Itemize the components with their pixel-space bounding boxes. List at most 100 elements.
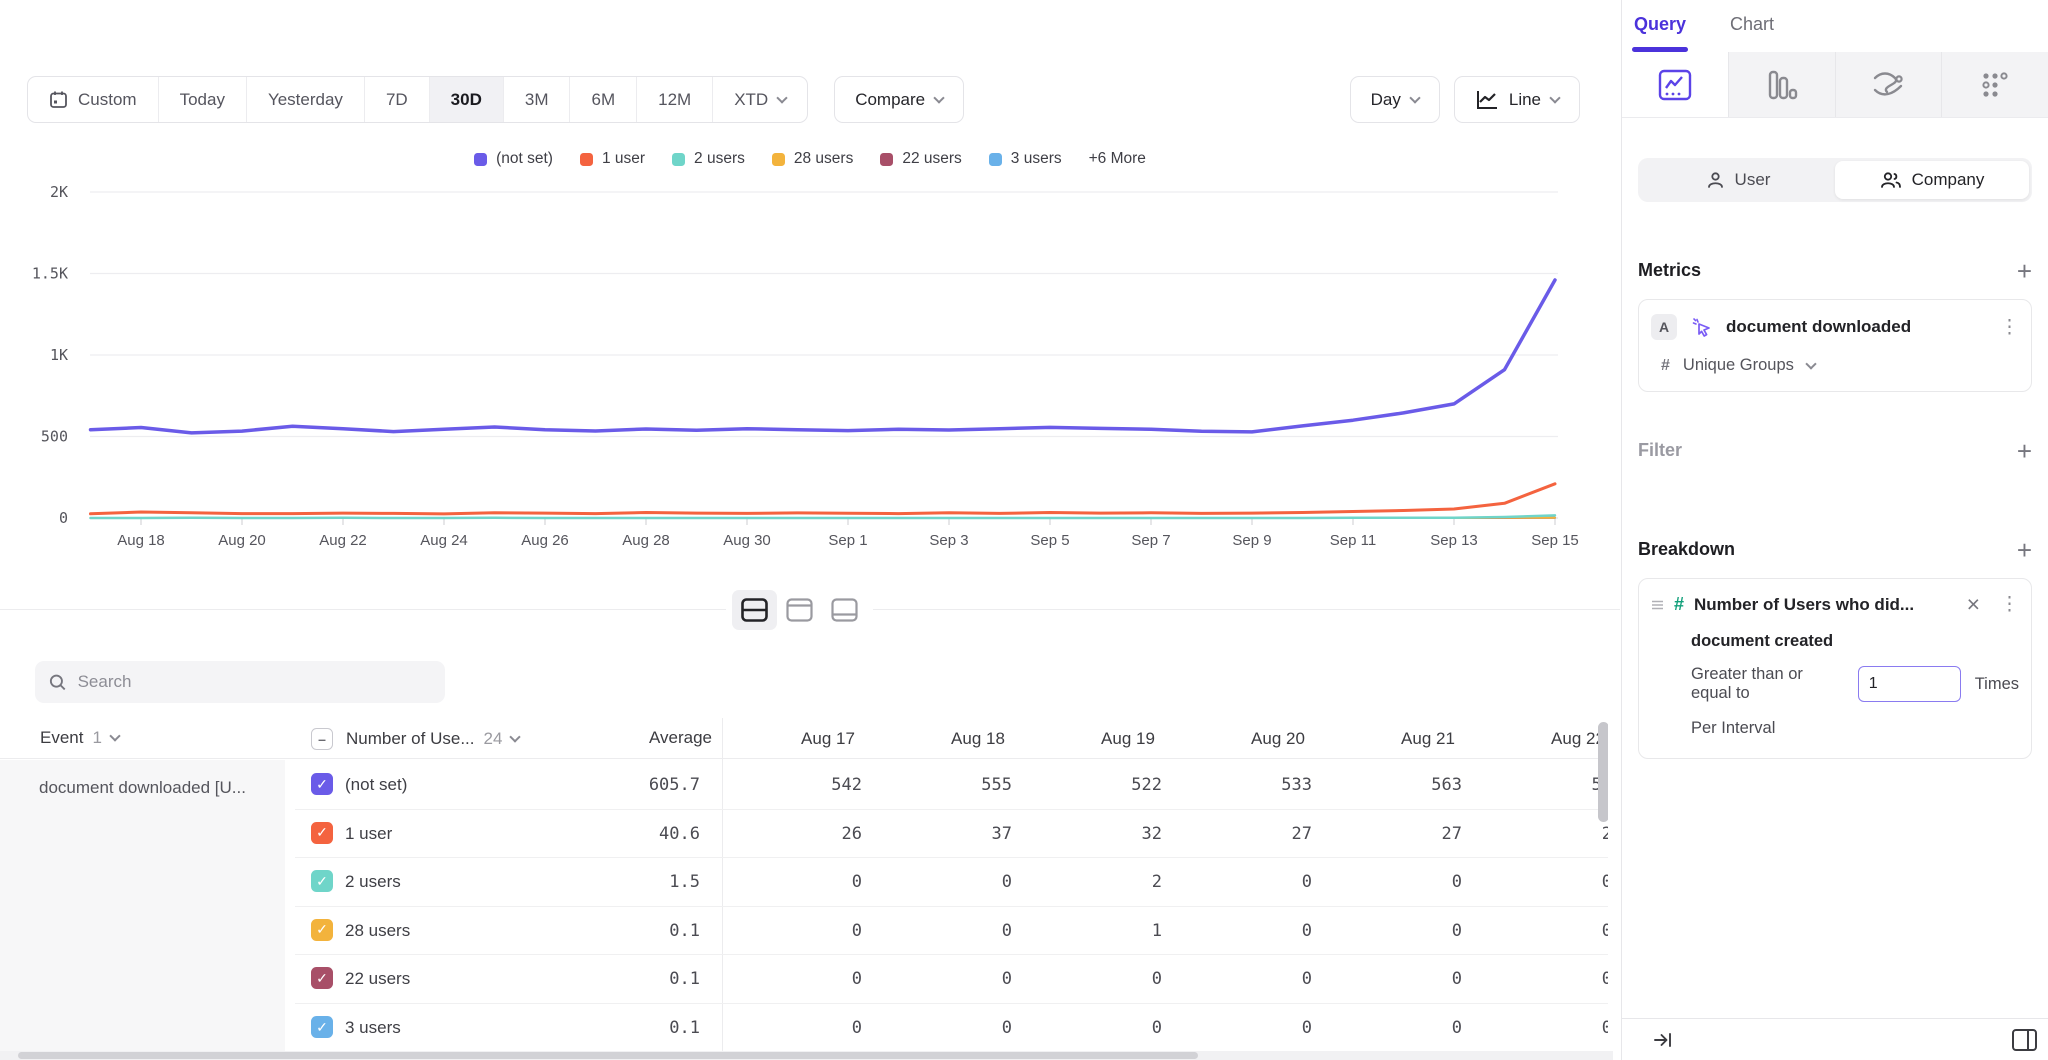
date-column-header[interactable]: Aug 22 — [1503, 718, 1608, 759]
series-line-2-users[interactable] — [91, 515, 1556, 518]
row-checkbox[interactable]: ✓ — [311, 919, 333, 941]
event-column-dropdown[interactable]: Event 1 — [40, 728, 119, 748]
cell-value: 522 — [1053, 775, 1162, 795]
cell-value: 0 — [1503, 1018, 1608, 1038]
group-count: 24 — [484, 729, 503, 749]
date-range-30d[interactable]: 30D — [430, 77, 504, 122]
add-metric-button[interactable]: + — [2017, 261, 2032, 281]
matrix-chart-icon — [1980, 70, 2010, 100]
date-range-3m[interactable]: 3M — [504, 77, 571, 122]
date-column-header[interactable]: Aug 20 — [1203, 718, 1353, 759]
analytics-app: Custom TodayYesterday7D30D3M6M12MXTD Comp… — [0, 0, 2048, 1060]
row-label: 2 users — [345, 872, 401, 892]
tab-query[interactable]: Query — [1634, 14, 1686, 52]
remove-breakdown-button[interactable]: × — [1967, 593, 1980, 616]
collapse-panel-icon[interactable] — [1652, 1030, 1674, 1050]
breakdown-menu-button[interactable]: ⋮ — [2000, 595, 2019, 614]
average-value: 0.1 — [560, 969, 700, 989]
cell-value: 0 — [1203, 1018, 1312, 1038]
scope-option-user[interactable]: User — [1641, 161, 1835, 199]
filter-title: Filter — [1638, 440, 1682, 461]
cell-value: 533 — [1203, 775, 1312, 795]
x-axis-label: Aug 18 — [117, 532, 165, 549]
filter-section-header: Filter + — [1638, 440, 2032, 461]
table-vertical-scrollbar[interactable] — [1598, 722, 1608, 822]
date-range-custom[interactable]: Custom — [28, 77, 159, 122]
row-label: (not set) — [345, 775, 407, 795]
series-line--not-set-[interactable] — [91, 280, 1556, 433]
cell-value: 0 — [753, 969, 862, 989]
chart-type-line[interactable] — [1622, 52, 1728, 117]
event-name-cell[interactable]: document downloaded [U... — [0, 760, 285, 1053]
breakdown-event-name: document created — [1691, 632, 2019, 651]
date-column-header[interactable]: Aug 18 — [903, 718, 1053, 759]
scope-option-company[interactable]: Company — [1835, 161, 2029, 199]
metric-card[interactable]: A document downloaded ⋮ # Unique Groups — [1638, 299, 2032, 392]
chevron-down-icon — [933, 92, 944, 103]
cell-value: 0 — [1503, 969, 1608, 989]
cell-value: 563 — [1353, 775, 1462, 795]
toggle-sidebar-icon[interactable] — [2011, 1028, 2038, 1052]
row-checkbox[interactable]: ✓ — [311, 773, 333, 795]
table-search — [35, 661, 445, 703]
chart-style-dropdown[interactable]: Line — [1454, 76, 1580, 123]
layout-toggle-table-bottom-view[interactable] — [822, 590, 867, 630]
row-checkbox[interactable]: ✓ — [311, 822, 333, 844]
date-range-6m[interactable]: 6M — [570, 77, 637, 122]
layout-toggle-split-view[interactable] — [732, 590, 777, 630]
cell-value: 53 — [1503, 775, 1608, 795]
breakdown-card[interactable]: # Number of Users who did... × ⋮ documen… — [1638, 578, 2032, 759]
cell-value: 0 — [1353, 921, 1462, 941]
select-all-checkbox[interactable]: – — [311, 728, 333, 750]
search-input[interactable] — [78, 672, 431, 692]
series-line-1-user[interactable] — [91, 484, 1556, 514]
add-breakdown-button[interactable]: + — [2017, 540, 2032, 560]
table-header-row: Event 1 – Number of Use... 24 Average Au… — [0, 718, 1608, 759]
date-column-header[interactable]: Aug 17 — [753, 718, 903, 759]
cell-value: 1 — [1053, 921, 1162, 941]
y-axis-label: 0 — [59, 509, 68, 527]
condition-value-input[interactable] — [1858, 666, 1961, 702]
row-checkbox[interactable]: ✓ — [311, 967, 333, 989]
average-value: 40.6 — [560, 824, 700, 844]
condition-label: Greater than or equal to — [1691, 665, 1844, 703]
chart-type-flow[interactable] — [1835, 52, 1942, 117]
date-range-today[interactable]: Today — [159, 77, 247, 122]
cell-value: 27 — [1203, 824, 1312, 844]
compare-label: Compare — [855, 90, 925, 110]
date-range-yesterday[interactable]: Yesterday — [247, 77, 365, 122]
flow-chart-icon — [1871, 70, 1905, 100]
drag-handle-icon[interactable] — [1651, 599, 1664, 611]
layout-toggle-table-top-view[interactable] — [777, 590, 822, 630]
x-axis-label: Aug 30 — [723, 532, 771, 549]
line-chart-icon — [1475, 89, 1499, 111]
x-axis-label: Aug 28 — [622, 532, 670, 549]
chevron-down-icon — [1409, 92, 1420, 103]
interval-dropdown[interactable]: Day — [1350, 76, 1440, 123]
chart-type-matrix[interactable] — [1941, 52, 2048, 117]
metric-menu-button[interactable]: ⋮ — [2000, 318, 2019, 337]
date-range-7d[interactable]: 7D — [365, 77, 430, 122]
x-axis-label: Sep 7 — [1131, 532, 1170, 549]
cell-value: 27 — [1353, 824, 1462, 844]
chart-type-bar[interactable] — [1728, 52, 1835, 117]
date-column-header[interactable]: Aug 19 — [1053, 718, 1203, 759]
row-checkbox[interactable]: ✓ — [311, 870, 333, 892]
x-axis-label: Sep 1 — [828, 532, 867, 549]
row-checkbox[interactable]: ✓ — [311, 1016, 333, 1038]
date-range-label: Custom — [78, 90, 137, 110]
event-click-icon — [1690, 316, 1713, 339]
x-axis-label: Sep 3 — [929, 532, 968, 549]
condition-suffix: Times — [1975, 675, 2019, 694]
table-horizontal-scrollbar[interactable] — [0, 1051, 1613, 1060]
tab-chart[interactable]: Chart — [1730, 14, 1774, 52]
compare-button[interactable]: Compare — [834, 76, 964, 123]
date-range-12m[interactable]: 12M — [637, 77, 713, 122]
date-range-xtd[interactable]: XTD — [713, 77, 807, 122]
measure-dropdown[interactable]: # Unique Groups — [1661, 356, 2019, 375]
date-column-header[interactable]: Aug 21 — [1353, 718, 1503, 759]
x-axis-label: Sep 13 — [1430, 532, 1478, 549]
add-filter-button[interactable]: + — [2017, 441, 2032, 461]
x-axis-label: Sep 11 — [1330, 532, 1376, 549]
calendar-icon — [49, 90, 68, 109]
